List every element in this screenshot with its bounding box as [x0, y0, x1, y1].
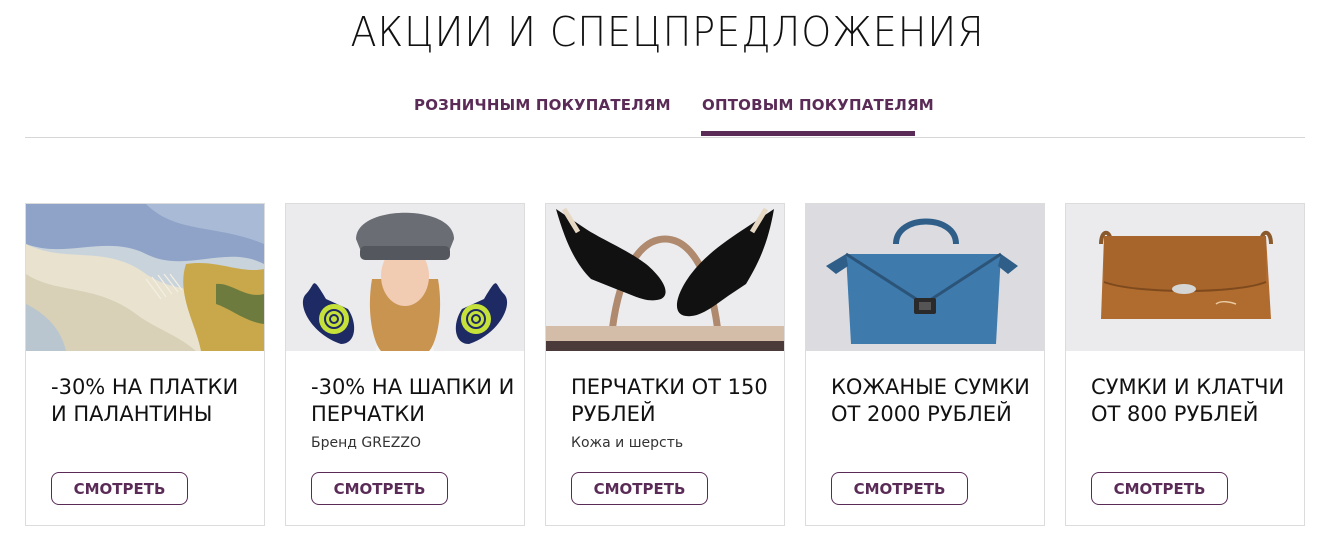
brown-bag-photo-art	[1066, 204, 1304, 351]
tabs-bar: РОЗНИЧНЫМ ПОКУПАТЕЛЯМ ОПТОВЫМ ПОКУПАТЕЛЯ…	[0, 90, 1335, 138]
tab-retail-buyers[interactable]: РОЗНИЧНЫМ ПОКУПАТЕЛЯМ	[414, 96, 671, 114]
offer-title: -30% НА ШАПКИ И ПЕРЧАТКИ	[311, 375, 515, 426]
offer-subtitle: Кожа и шерсть	[571, 435, 684, 451]
offer-title: КОЖАНЫЕ СУМКИ ОТ 2000 РУБЛЕЙ	[831, 375, 1030, 426]
view-offer-button[interactable]: СМОТРЕТЬ	[571, 472, 708, 505]
gloves-photo-art	[546, 204, 784, 351]
offer-title: СУМКИ И КЛАТЧИ ОТ 800 РУБЛЕЙ	[1091, 375, 1285, 426]
girl-photo-art	[286, 204, 524, 351]
view-offer-button[interactable]: СМОТРЕТЬ	[51, 472, 188, 505]
offer-card: -30% НА ШАПКИ И ПЕРЧАТКИ Бренд GREZZO СМ…	[285, 203, 525, 526]
girl-in-hat-and-gloves-photo[interactable]	[286, 204, 524, 351]
scarves-photo[interactable]	[26, 204, 264, 351]
view-offer-button[interactable]: СМОТРЕТЬ	[1091, 472, 1228, 505]
view-offer-button[interactable]: СМОТРЕТЬ	[311, 472, 448, 505]
offer-card: ПЕРЧАТКИ ОТ 150 РУБЛЕЙ Кожа и шерсть СМО…	[545, 203, 785, 526]
view-offer-button[interactable]: СМОТРЕТЬ	[831, 472, 968, 505]
leather-gloves-photo[interactable]	[546, 204, 784, 351]
offer-subtitle: Бренд GREZZO	[311, 435, 422, 451]
scarves-photo-art	[26, 204, 264, 351]
tabs-divider	[25, 137, 1305, 138]
tab-wholesale-buyers[interactable]: ОПТОВЫМ ПОКУПАТЕЛЯМ	[702, 96, 934, 114]
offer-title: -30% НА ПЛАТКИ И ПАЛАНТИНЫ	[51, 375, 239, 426]
offer-card: СУМКИ И КЛАТЧИ ОТ 800 РУБЛЕЙ СМОТРЕТЬ	[1065, 203, 1305, 526]
blue-leather-bag-photo[interactable]	[806, 204, 1044, 351]
offer-card: -30% НА ПЛАТКИ И ПАЛАНТИНЫ СМОТРЕТЬ	[25, 203, 265, 526]
offer-title: ПЕРЧАТКИ ОТ 150 РУБЛЕЙ	[571, 375, 768, 426]
brown-bag-photo[interactable]	[1066, 204, 1304, 351]
offer-card: КОЖАНЫЕ СУМКИ ОТ 2000 РУБЛЕЙ СМОТРЕТЬ	[805, 203, 1045, 526]
active-tab-indicator	[701, 131, 915, 136]
blue-bag-photo-art	[806, 204, 1044, 351]
page-title: АКЦИИ И СПЕЦПРЕДЛОЖЕНИЯ	[350, 8, 985, 56]
